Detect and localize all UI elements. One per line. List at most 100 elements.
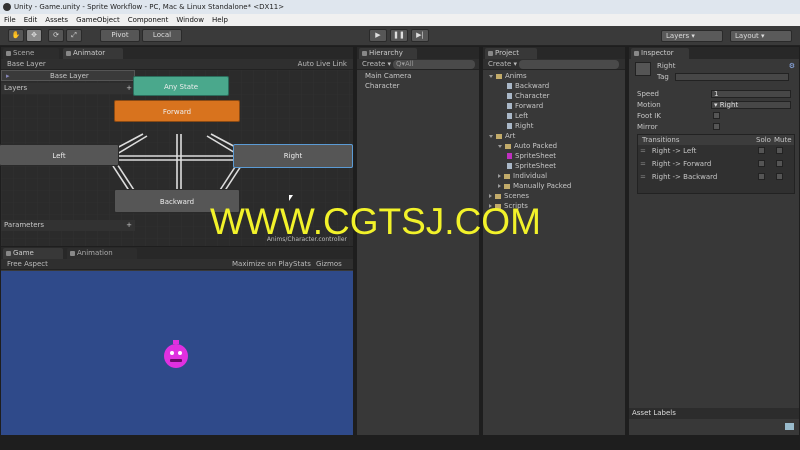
tag-field[interactable] [675, 73, 789, 81]
menu-window[interactable]: Window [176, 16, 204, 24]
solo-checkbox[interactable] [758, 160, 765, 167]
tab-hierarchy[interactable]: Hierarchy [359, 48, 417, 59]
state-right[interactable]: Right [233, 144, 353, 168]
tab-animator[interactable]: Animator [63, 48, 123, 59]
window-title-bar: Unity - Game.unity - Sprite Workflow - P… [0, 0, 800, 14]
transition-row[interactable]: = Right -> Forward [640, 160, 711, 168]
folder-icon [504, 173, 510, 179]
state-right-label: Right [283, 152, 303, 160]
mirror-checkbox[interactable] [713, 123, 720, 130]
tab-project[interactable]: Project [485, 48, 537, 59]
layers-dropdown[interactable]: Layers ▾ [661, 30, 723, 42]
list-item[interactable]: Character [507, 92, 550, 100]
transitions-list: Transitions Solo Mute = Right -> Left = Rig… [637, 134, 795, 194]
pivot-toggle-button[interactable]: Pivot [100, 29, 140, 42]
menu-gameobject[interactable]: GameObject [76, 16, 120, 24]
aspect-dropdown[interactable]: Free Aspect [7, 260, 48, 268]
project-search-input[interactable] [519, 60, 619, 69]
expand-arrow-icon[interactable] [489, 74, 493, 78]
list-item[interactable]: Manually Packed [498, 182, 571, 190]
expand-arrow-icon[interactable] [498, 184, 501, 188]
tab-hierarchy-label: Hierarchy [369, 49, 403, 57]
list-item[interactable]: Individual [498, 172, 547, 180]
expand-arrow-icon[interactable] [498, 144, 502, 148]
state-any-state[interactable]: Any State [133, 76, 229, 96]
foot-ik-checkbox[interactable] [713, 112, 720, 119]
layer-arrow-icon: ▸ [6, 72, 10, 80]
expand-arrow-icon[interactable] [489, 194, 492, 198]
rotate-tool-icon[interactable]: ⟳ [48, 29, 64, 42]
menu-component[interactable]: Component [128, 16, 169, 24]
mute-checkbox[interactable] [776, 173, 783, 180]
gizmos-button[interactable]: Gizmos [316, 259, 342, 270]
maximize-on-play-button[interactable]: Maximize on Play [232, 259, 293, 270]
menu-file[interactable]: File [4, 16, 16, 24]
layer-row[interactable]: ▸ Base Layer [1, 70, 135, 81]
tab-inspector-label: Inspector [641, 49, 674, 57]
transition-row[interactable]: = Right -> Backward [640, 173, 717, 181]
menu-edit[interactable]: Edit [24, 16, 38, 24]
menu-assets[interactable]: Assets [45, 16, 68, 24]
inspector-tag-label: Tag [657, 73, 669, 81]
tag-icon[interactable] [785, 423, 794, 430]
transition-row[interactable]: = Right -> Left [640, 147, 696, 155]
settings-icon[interactable]: ⚙ [789, 62, 795, 70]
state-forward[interactable]: Forward [114, 100, 240, 122]
hand-tool-icon[interactable]: ✋ [8, 29, 24, 42]
list-item[interactable]: Forward [507, 102, 543, 110]
hierarchy-create-button[interactable]: Create [362, 60, 385, 68]
add-parameter-button[interactable]: + [126, 220, 132, 231]
list-item[interactable]: SpriteSheet [507, 162, 556, 170]
animator-icon [66, 51, 71, 56]
game-view[interactable] [1, 271, 353, 435]
expand-arrow-icon[interactable] [498, 174, 501, 178]
list-item[interactable]: Backward [507, 82, 549, 90]
local-toggle-button[interactable]: Local [142, 29, 182, 42]
hierarchy-search-input[interactable]: Q▾All [393, 60, 475, 69]
list-item[interactable]: Character [365, 82, 400, 90]
solo-checkbox[interactable] [758, 147, 765, 154]
state-left[interactable]: Left [0, 144, 119, 166]
auto-live-link-button[interactable]: Auto Live Link [298, 59, 347, 70]
list-item[interactable]: Right [507, 122, 533, 130]
list-item[interactable]: Left [507, 112, 528, 120]
transition-label: Right -> Backward [651, 173, 718, 181]
tab-inspector[interactable]: Inspector [631, 48, 689, 59]
motion-field[interactable]: ▾ Right [711, 101, 791, 109]
move-tool-icon[interactable]: ✥ [26, 29, 42, 42]
drag-handle-icon[interactable]: = [640, 160, 646, 168]
list-item[interactable]: Scenes [489, 192, 529, 200]
tab-scene[interactable]: Scene [3, 48, 59, 59]
drag-handle-icon[interactable]: = [640, 173, 646, 181]
list-item[interactable]: Auto Packed [498, 142, 557, 150]
foot-ik-label: Foot IK [637, 112, 661, 120]
project-create-button[interactable]: Create [488, 60, 511, 68]
menu-help[interactable]: Help [212, 16, 228, 24]
tab-game[interactable]: Game [3, 248, 63, 259]
tab-animation[interactable]: Animation [67, 248, 137, 259]
breadcrumb[interactable]: Base Layer [7, 60, 46, 68]
inspector-object-name: Right [657, 62, 676, 70]
state-backward-label: Backward [159, 198, 195, 206]
list-item[interactable]: Main Camera [365, 72, 411, 80]
scale-tool-icon[interactable]: ⤢ [66, 29, 82, 42]
tab-scene-label: Scene [13, 49, 35, 57]
layout-dropdown[interactable]: Layout ▾ [730, 30, 792, 42]
solo-checkbox[interactable] [758, 173, 765, 180]
mute-checkbox[interactable] [776, 147, 783, 154]
list-item[interactable]: SpriteSheet [507, 152, 556, 160]
add-layer-button[interactable]: + [126, 83, 132, 94]
drag-handle-icon[interactable]: = [640, 147, 646, 155]
list-item-label: Individual [513, 172, 548, 180]
speed-field[interactable]: 1 [711, 90, 791, 98]
step-icon[interactable]: ▶| [411, 29, 429, 42]
file-icon [507, 113, 512, 119]
stats-button[interactable]: Stats [293, 259, 311, 270]
list-item[interactable]: Art [489, 132, 515, 140]
mute-checkbox[interactable] [776, 160, 783, 167]
play-icon[interactable]: ▶ [369, 29, 387, 42]
hierarchy-toolbar: Create ▾ Q▾All [357, 59, 479, 70]
list-item[interactable]: Anims [489, 72, 527, 80]
expand-arrow-icon[interactable] [489, 134, 493, 138]
pause-icon[interactable]: ❚❚ [390, 29, 408, 42]
